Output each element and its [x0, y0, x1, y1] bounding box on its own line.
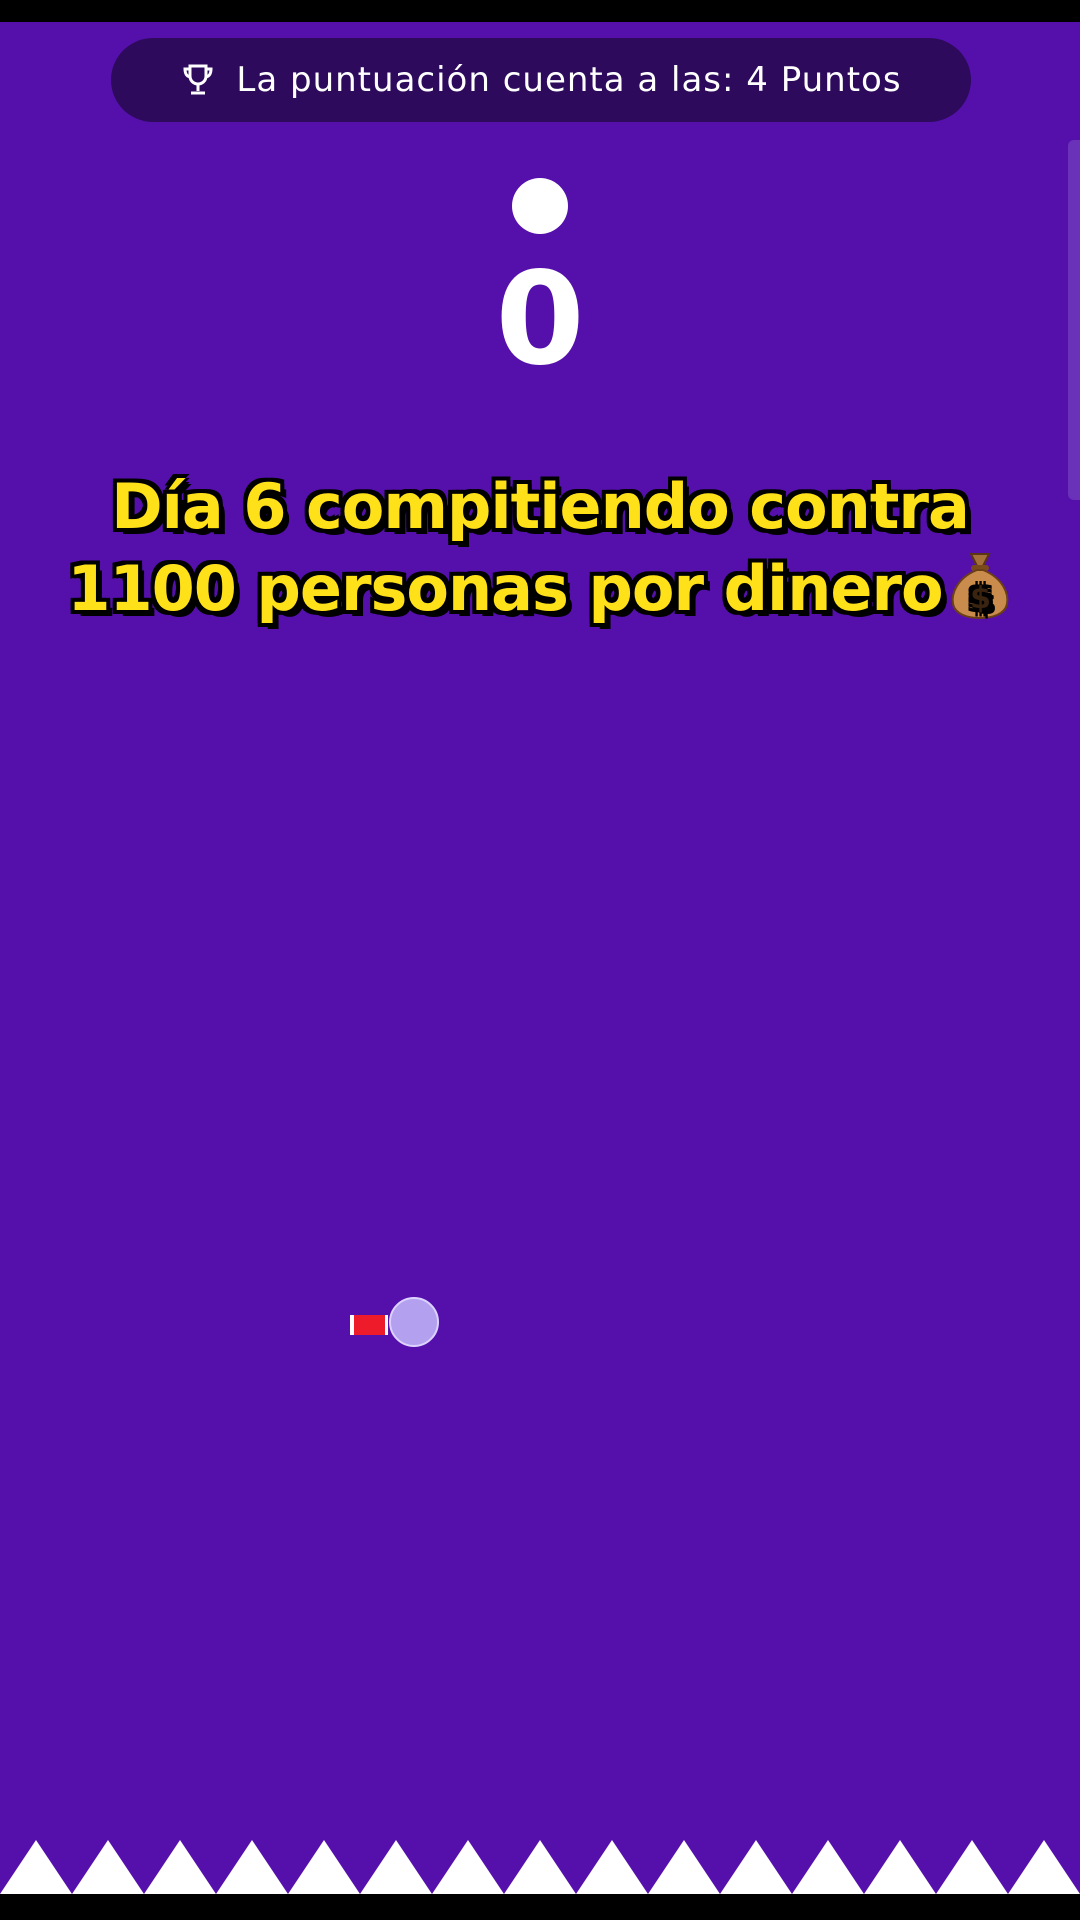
spike: [864, 1840, 936, 1894]
svg-text:$: $: [970, 581, 990, 616]
spike: [792, 1840, 864, 1894]
money-bag-icon: $: [951, 553, 1008, 620]
spike: [1008, 1840, 1080, 1894]
spike: [504, 1840, 576, 1894]
trophy-icon: [183, 64, 213, 95]
scroll-indicator[interactable]: [1068, 140, 1080, 500]
score-rule-text: La puntuación cuenta a las: 4 Puntos: [236, 60, 902, 100]
spike: [936, 1840, 1008, 1894]
spike: [216, 1840, 288, 1894]
game-area[interactable]: La puntuación cuenta a las: 4 Puntos 0 D…: [0, 22, 1080, 1894]
player-ball[interactable]: [389, 1297, 439, 1347]
score-dot: [512, 178, 568, 234]
spike: [648, 1840, 720, 1894]
score-rule-banner: La puntuación cuenta a las: 4 Puntos: [111, 38, 971, 122]
spike: [720, 1840, 792, 1894]
caption-line-1: Día 6 compitiendo contra: [111, 470, 970, 543]
spike: [576, 1840, 648, 1894]
spike: [144, 1840, 216, 1894]
spike-floor-hazard: [0, 1840, 1080, 1894]
spike: [432, 1840, 504, 1894]
spike: [360, 1840, 432, 1894]
caption-line-2-text: 1100 personas por dinero: [67, 552, 943, 625]
player-trail: [350, 1315, 388, 1335]
caption-line-2: 1100 personas por dinero $: [40, 548, 1040, 630]
spike: [72, 1840, 144, 1894]
spike: [0, 1840, 72, 1894]
video-caption: Día 6 compitiendo contra 1100 personas p…: [40, 466, 1040, 630]
score-counter: 0: [495, 245, 585, 394]
game-screen[interactable]: La puntuación cuenta a las: 4 Puntos 0 D…: [0, 0, 1080, 1920]
spike: [288, 1840, 360, 1894]
